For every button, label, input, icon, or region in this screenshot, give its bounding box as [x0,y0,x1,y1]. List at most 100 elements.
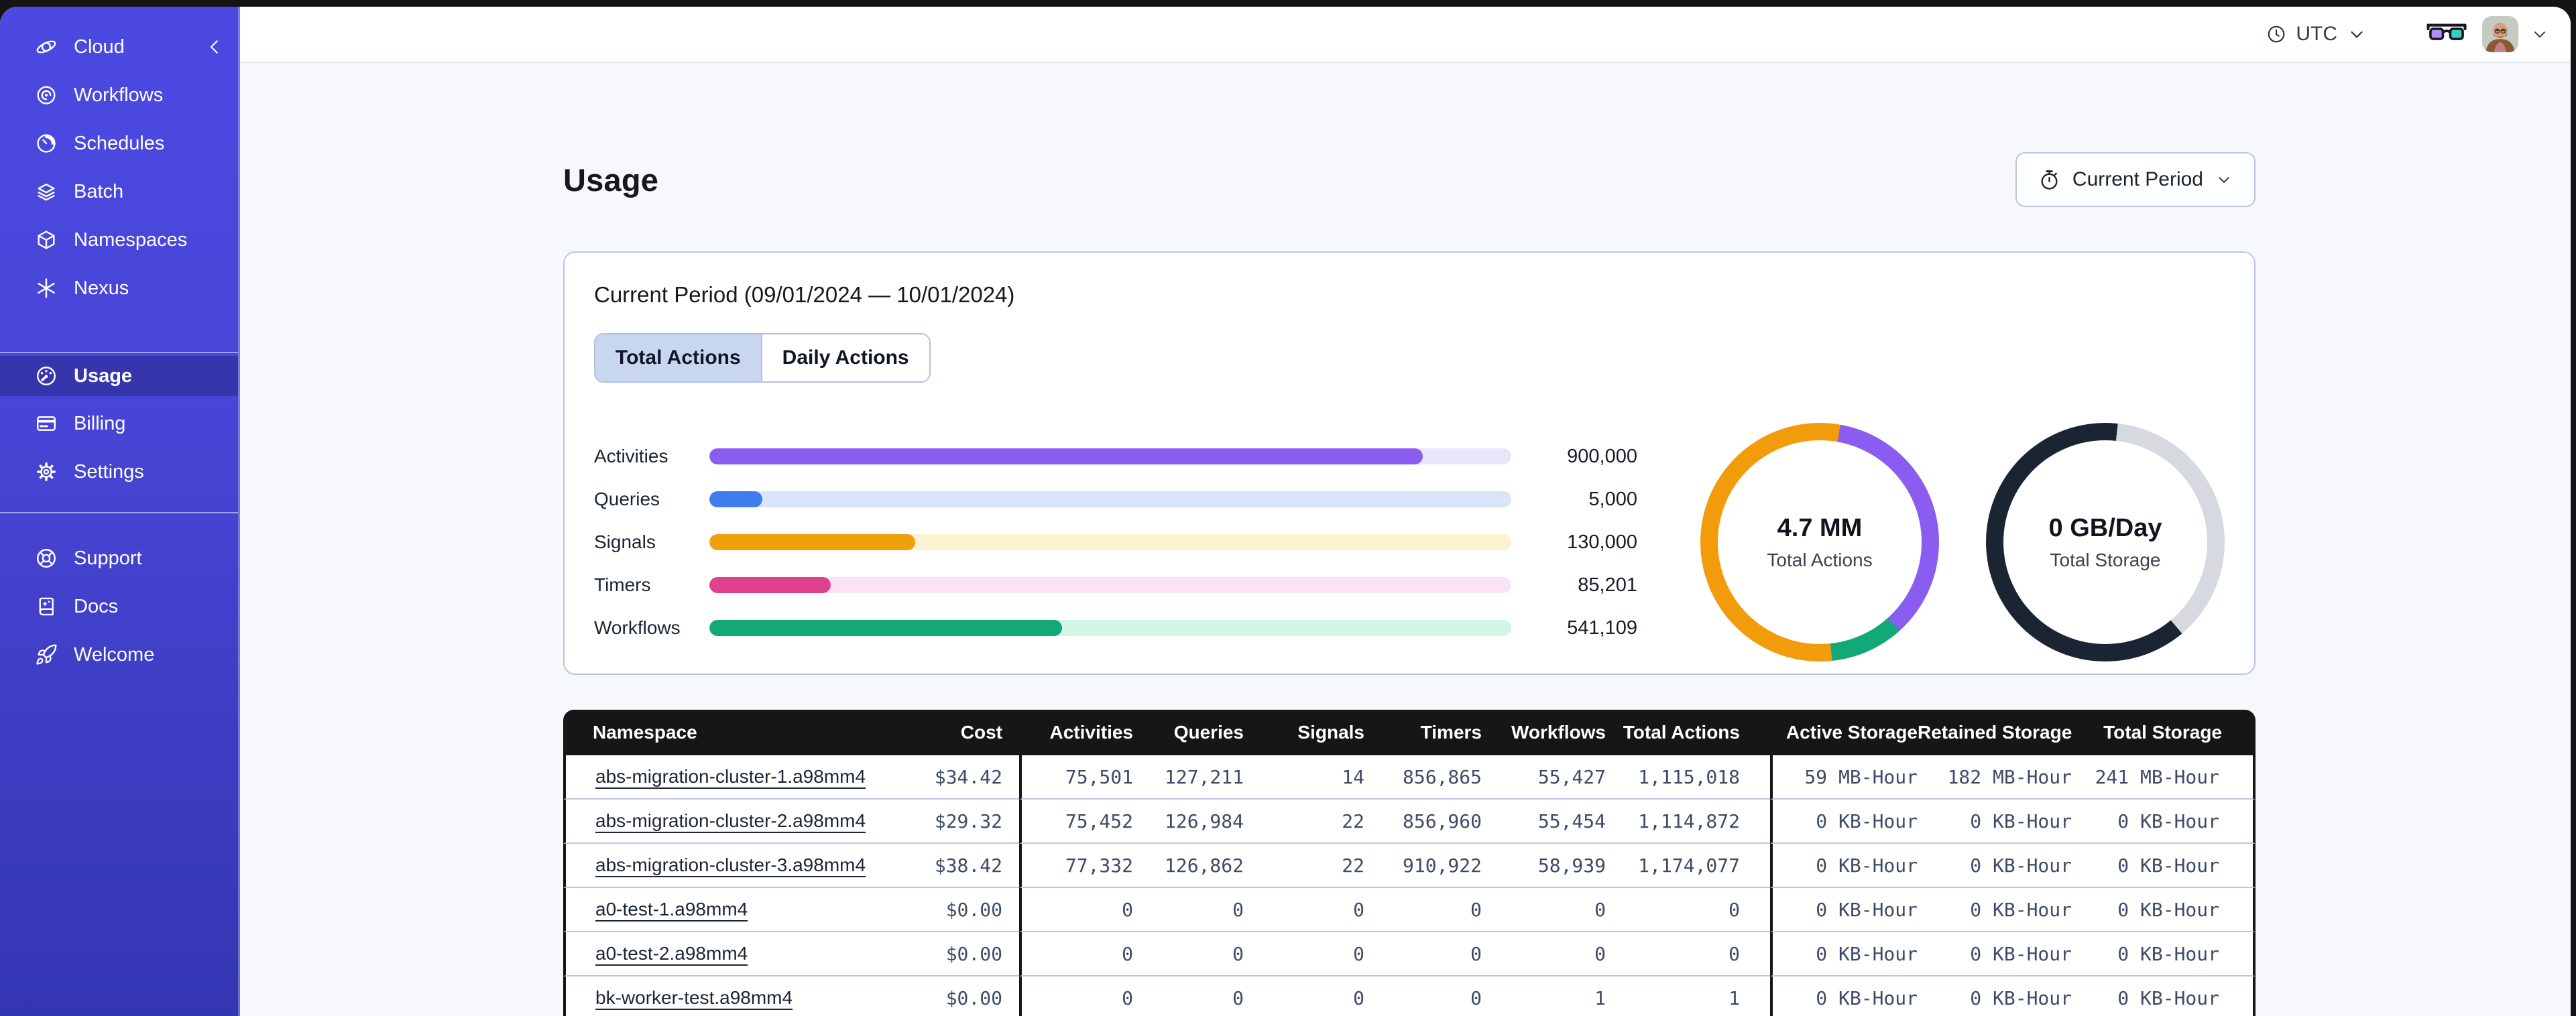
user-avatar[interactable] [2482,16,2518,52]
sidebar-item-support[interactable]: Support [0,537,238,579]
bar-label: Activities [594,446,668,466]
sidebar-item-schedules[interactable]: Schedules [0,119,238,168]
usage-gauge-icon [35,365,58,387]
sidebar-item-label: Billing [74,412,126,434]
donut-total-storage-label: Total Storage [2050,549,2161,570]
table-row: a0-test-2.a98mm4 $0.00 0 0 0 0 0 0 0 KB-Hour 0 KB… [563,932,2256,976]
bar-fill [709,448,1423,464]
cloud-orbit-icon [35,36,58,58]
sidebar-item-docs[interactable]: Docs [0,586,238,627]
sidebar-item-nexus[interactable]: Nexus [0,264,238,312]
main-area: UTC Usage Current Period Current Period … [240,7,2571,1016]
sidebar-item-batch[interactable]: Batch [0,168,238,216]
card-title: Current Period (09/01/2024 — 10/01/2024) [594,282,1015,307]
donut-total-actions-label: Total Actions [1767,549,1873,570]
welcome-rocket-icon [35,643,58,666]
sidebar-divider [0,352,238,353]
col-header-cost: Cost [898,710,1019,755]
workflows-icon [35,84,58,107]
clock-icon [2266,24,2286,44]
sidebar-item-usage[interactable]: Usage [0,356,238,396]
batch-layers-icon [35,180,58,203]
schedules-clock-icon [35,132,58,155]
table-row: abs-migration-cluster-3.a98mm4 $38.42 77,3… [563,844,2256,888]
bar-track [709,491,1511,507]
timezone-selector[interactable]: UTC [2266,23,2367,46]
tab-daily-actions[interactable]: Daily Actions [760,334,929,381]
namespace-link[interactable]: abs-migration-cluster-1.a98mm4 [595,766,866,787]
sidebar-item-settings[interactable]: Settings [0,451,238,493]
table-row: abs-migration-cluster-1.a98mm4 $34.42 75,5… [563,755,2256,800]
period-selector-button[interactable]: Current Period [2015,152,2256,207]
sidebar-group-resources: Support Docs Welcome [0,537,238,682]
sidebar-item-label: Nexus [74,277,129,299]
total-actions-donut: 4.7 MM Total Actions [1700,423,1939,661]
namespace-link[interactable]: abs-migration-cluster-2.a98mm4 [595,810,866,831]
bar-value: 85,201 [1578,574,1637,596]
usage-table-head-row: Namespace Cost Activities Queries Signals Tim… [563,710,2256,755]
col-header-workflows: Workflows [1482,710,1606,755]
sidebar-item-welcome[interactable]: Welcome [0,634,238,676]
sidebar-item-label: Welcome [74,643,155,665]
col-header-total-storage: Total Storage [2072,710,2256,755]
sidebar-item-label: Namespaces [74,229,188,251]
bar-track [709,448,1511,464]
settings-gear-icon [35,460,58,483]
chevron-down-icon [2347,24,2367,44]
page-content: Usage Current Period Current Period (09/… [240,63,2571,1016]
bar-value: 900,000 [1567,445,1637,467]
namespaces-cube-icon [35,229,58,251]
donut-charts: 4.7 MM Total Actions 0 GB/Day Total Stor… [1700,423,2225,661]
chevron-left-icon[interactable] [204,37,225,57]
col-header-namespace: Namespace [563,710,898,755]
bar-label: Workflows [594,617,681,638]
bar-track [709,620,1511,636]
charts-row: Activities 900,000 Queries 5,000 Signals 130,… [594,423,2225,661]
bar-value: 130,000 [1567,531,1637,553]
namespace-link[interactable]: a0-test-2.a98mm4 [595,943,748,964]
tab-total-actions[interactable]: Total Actions [595,334,761,381]
bar-label: Queries [594,489,660,509]
sidebar-brand-label: Cloud [74,36,125,58]
col-header-timers: Timers [1364,710,1482,755]
page-title: Usage [563,162,659,198]
sidebar-item-label: Batch [74,180,124,202]
bar-track [709,534,1511,550]
bar-row-signals: Signals 130,000 [594,521,1637,564]
sidebar-group-account: Usage Billing Settings [0,356,238,499]
namespace-usage-table: Namespace Cost Activities Queries Signals Tim… [563,710,2256,1016]
bar-label: Signals [594,531,656,552]
namespace-link[interactable]: bk-worker-test.a98mm4 [595,987,793,1008]
stopwatch-icon [2038,169,2060,191]
chevron-down-icon[interactable] [2530,25,2549,44]
actions-bar-chart: Activities 900,000 Queries 5,000 Signals 130,… [594,435,1637,649]
page-header: Usage Current Period [563,152,2256,207]
sidebar-item-workflows[interactable]: Workflows [0,71,238,119]
sidebar-item-label: Settings [74,460,144,483]
bar-row-timers: Timers 85,201 [594,564,1637,607]
app-window: Cloud Workflows Schedules Batch Namespaces N… [0,7,2571,1016]
bar-value: 541,109 [1567,617,1637,639]
bar-fill [709,491,762,507]
sidebar-item-namespaces[interactable]: Namespaces [0,216,238,264]
sidebar-item-label: Schedules [74,132,165,154]
current-period-card: Current Period (09/01/2024 — 10/01/2024)… [563,251,2256,675]
sidebar-item-billing[interactable]: Billing [0,403,238,444]
table-row: bk-worker-test.a98mm4 $0.00 0 0 0 0 1 1 0 KB-Hou… [563,976,2256,1016]
timezone-label: UTC [2296,23,2337,45]
topbar: UTC [240,7,2571,63]
period-button-label: Current Period [2072,168,2203,190]
col-header-queries: Queries [1133,710,1244,755]
bar-row-queries: Queries 5,000 [594,478,1637,521]
donut-total-actions-value: 4.7 MM [1777,513,1863,542]
col-header-signals: Signals [1244,710,1364,755]
table-row: abs-migration-cluster-2.a98mm4 $29.32 75,4… [563,800,2256,844]
sidebar-item-label: Support [74,547,142,569]
sidebar-brand-cloud[interactable]: Cloud [0,23,238,71]
col-header-retained-storage: Retained Storage [1918,710,2072,755]
namespace-link[interactable]: abs-migration-cluster-3.a98mm4 [595,854,866,875]
sidebar-group-primary: Workflows Schedules Batch Namespaces Nexus [0,71,238,312]
glasses-icon[interactable] [2424,21,2469,47]
namespace-link[interactable]: a0-test-1.a98mm4 [595,899,748,919]
sidebar-divider [0,512,238,513]
